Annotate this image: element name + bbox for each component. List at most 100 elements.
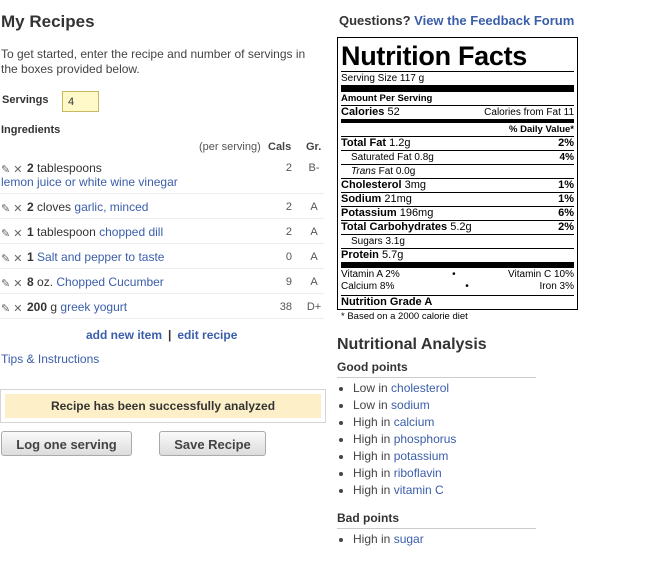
list-item: High in riboflavin xyxy=(353,465,456,482)
ingredient-grade: B- xyxy=(308,162,320,174)
ingredient-link[interactable]: garlic, minced xyxy=(74,200,148,214)
row-icons: ✎ ✕ xyxy=(1,252,23,265)
ingredient-grade: A xyxy=(310,226,318,238)
list-item: High in calcium xyxy=(353,414,456,431)
servings-input[interactable] xyxy=(62,91,99,112)
analysis-link[interactable]: cholesterol xyxy=(391,381,449,395)
nutrition-facts-label: Nutrition Facts Serving Size 117 g Amoun… xyxy=(337,37,578,322)
analysis-link[interactable]: sodium xyxy=(391,398,430,412)
calorie-footnote: * Based on a 2000 calorie diet xyxy=(341,309,574,323)
pencil-icon[interactable]: ✎ xyxy=(1,253,10,265)
page-title: My Recipes xyxy=(1,12,95,31)
potassium-row: Potassium 196mg 6% xyxy=(341,206,574,219)
ingredient-grade: D+ xyxy=(306,301,322,313)
analysis-link[interactable]: phosphorus xyxy=(394,432,457,446)
protein-row: Protein 5.7g xyxy=(341,248,574,262)
ingredient-grade: A xyxy=(310,251,318,263)
servings-label: Servings xyxy=(2,94,49,106)
analysis-link[interactable]: potassium xyxy=(394,449,449,463)
ingredient-link[interactable]: Chopped Cucumber xyxy=(56,275,163,289)
save-recipe-button[interactable]: Save Recipe xyxy=(159,431,266,456)
list-item: High in vitamin C xyxy=(353,482,456,499)
sugars-row: Sugars 3.1g xyxy=(341,234,574,248)
list-item: High in potassium xyxy=(353,448,456,465)
list-item: Low in sodium xyxy=(353,397,456,414)
good-points-list: Low in cholesterol Low in sodium High in… xyxy=(337,380,456,499)
close-icon[interactable]: ✕ xyxy=(13,278,22,290)
close-icon[interactable]: ✕ xyxy=(13,303,22,315)
ingredient-qty: 1 tablespoon chopped dill xyxy=(27,225,164,239)
nutrition-facts-title: Nutrition Facts xyxy=(341,41,528,71)
list-item: High in sugar xyxy=(353,531,424,548)
edit-recipe-link[interactable]: edit recipe xyxy=(177,328,237,342)
analysis-link[interactable]: riboflavin xyxy=(394,466,442,480)
ingredient-qty: 1 Salt and pepper to taste xyxy=(27,250,165,264)
pencil-icon[interactable]: ✎ xyxy=(1,203,10,215)
ingredient-row: ✎ ✕ 2 cloves garlic, minced 2 A xyxy=(0,196,324,219)
row-icons: ✎ ✕ xyxy=(1,227,23,240)
ingredient-qty: 200 g greek yogurt xyxy=(27,300,128,314)
calories-row: Calories 52 Calories from Fat 11 xyxy=(341,105,574,118)
vitamin-row-1: Vitamin A 2% • Vitamin C 10% xyxy=(341,269,574,280)
row-icons: ✎ ✕ xyxy=(1,202,23,215)
ingredient-cals: 0 xyxy=(285,251,292,263)
recipe-actions: add new item | edit recipe xyxy=(86,328,237,342)
ingredient-link[interactable]: Salt and pepper to taste xyxy=(37,250,164,264)
daily-value-header: % Daily Value* xyxy=(341,119,574,136)
ingredient-row: ✎ ✕ 2 tablespoons lemon juice or white w… xyxy=(0,158,324,194)
log-serving-button[interactable]: Log one serving xyxy=(1,431,132,456)
total-fat-row: Total Fat 1.2g 2% xyxy=(341,136,574,149)
questions-label: Questions? xyxy=(339,13,411,28)
ingredient-link[interactable]: chopped dill xyxy=(99,225,163,239)
success-message: Recipe has been successfully analyzed xyxy=(0,389,326,423)
add-item-link[interactable]: add new item xyxy=(86,328,162,342)
cals-header: Cals xyxy=(268,141,292,153)
analysis-link[interactable]: calcium xyxy=(394,415,435,429)
ingredient-cals: 9 xyxy=(285,276,292,288)
good-points-label: Good points xyxy=(337,360,536,378)
cholesterol-row: Cholesterol 3mg 1% xyxy=(341,178,574,191)
actions-separator: | xyxy=(168,328,172,342)
success-text: Recipe has been successfully analyzed xyxy=(5,394,321,418)
questions-line: Questions? View the Feedback Forum xyxy=(339,13,574,28)
ingredient-row: ✎ ✕ 200 g greek yogurt 38 D+ xyxy=(0,296,324,319)
row-icons: ✎ ✕ xyxy=(1,277,23,290)
grade-header: Gr. xyxy=(306,141,322,153)
vitamin-row-2: Calcium 8% • Iron 3% xyxy=(341,281,574,292)
amount-per-serving: Amount Per Serving xyxy=(341,85,574,105)
saturated-fat-row: Saturated Fat 0.8g 4% xyxy=(341,150,574,164)
pencil-icon[interactable]: ✎ xyxy=(1,228,10,240)
ingredient-qty: 8 oz. Chopped Cucumber xyxy=(27,275,164,289)
per-serving-header: (per serving) xyxy=(199,141,261,153)
row-icons: ✎ ✕ xyxy=(1,302,23,315)
ingredient-row: ✎ ✕ 8 oz. Chopped Cucumber 9 A xyxy=(0,271,324,294)
close-icon[interactable]: ✕ xyxy=(13,228,22,240)
serving-size: Serving Size 117 g xyxy=(341,71,574,85)
ingredient-row: ✎ ✕ 1 Salt and pepper to taste 0 A xyxy=(0,246,324,269)
intro-text: To get started, enter the recipe and num… xyxy=(1,47,306,76)
trans-fat-row: Trans Fat 0.0g xyxy=(341,164,574,178)
ingredient-cals: 2 xyxy=(285,162,292,174)
ingredient-grade: A xyxy=(310,276,318,288)
ingredient-qty: 2 tablespoons xyxy=(27,161,102,175)
close-icon[interactable]: ✕ xyxy=(13,253,22,265)
analysis-link[interactable]: sugar xyxy=(394,532,424,546)
ingredient-grade: A xyxy=(310,201,318,213)
tips-link[interactable]: Tips & Instructions xyxy=(1,352,99,366)
carbohydrates-row: Total Carbohydrates 5.2g 2% xyxy=(341,220,574,233)
list-item: High in phosphorus xyxy=(353,431,456,448)
bad-points-label: Bad points xyxy=(337,511,536,529)
pencil-icon[interactable]: ✎ xyxy=(1,278,10,290)
ingredient-row: ✎ ✕ 1 tablespoon chopped dill 2 A xyxy=(0,221,324,244)
ingredient-link[interactable]: greek yogurt xyxy=(60,300,127,314)
analysis-link[interactable]: vitamin C xyxy=(394,483,444,497)
feedback-forum-link[interactable]: View the Feedback Forum xyxy=(414,13,574,28)
vitamins-section: Vitamin A 2% • Vitamin C 10% Calcium 8% • Ir… xyxy=(341,262,574,293)
pencil-icon[interactable]: ✎ xyxy=(1,303,10,315)
ingredient-link[interactable]: lemon juice or white wine vinegar xyxy=(1,175,178,189)
list-item: Low in cholesterol xyxy=(353,380,456,397)
ingredients-label: Ingredients xyxy=(1,124,61,136)
sodium-row: Sodium 21mg 1% xyxy=(341,192,574,205)
ingredient-qty: 2 cloves garlic, minced xyxy=(27,200,149,214)
close-icon[interactable]: ✕ xyxy=(13,203,22,215)
